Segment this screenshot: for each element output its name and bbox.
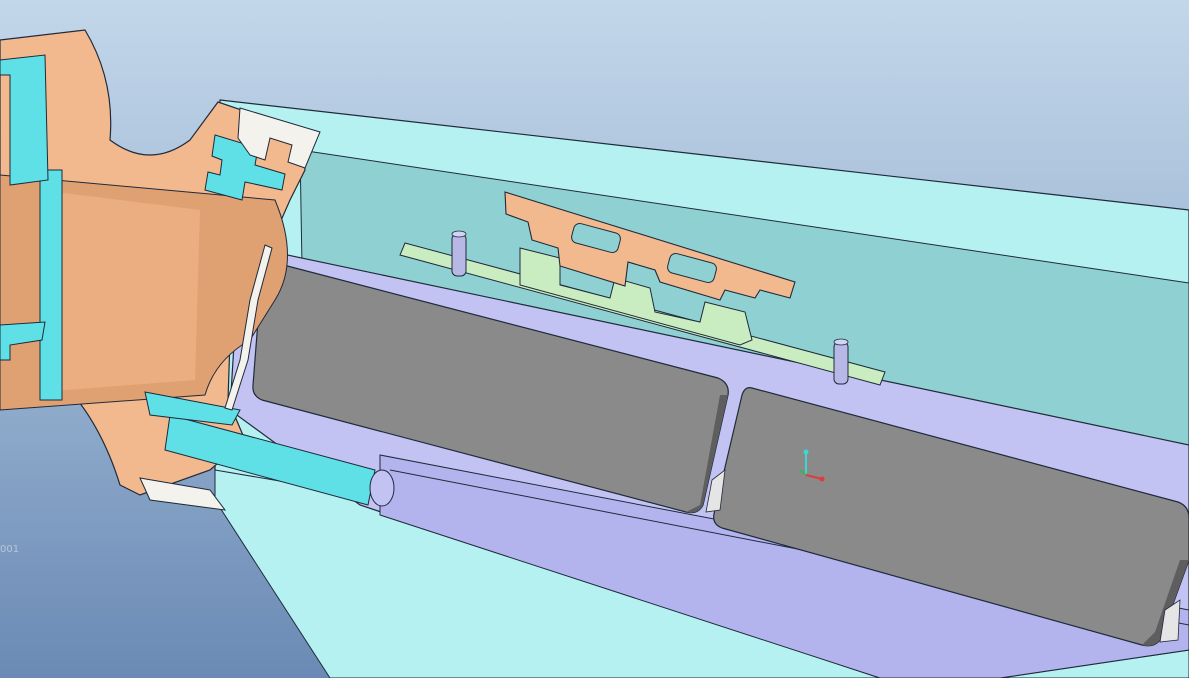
pin-right[interactable]	[833, 338, 849, 385]
cad-model-view[interactable]	[0, 0, 1189, 678]
model-viewport[interactable]: 001	[0, 0, 1189, 678]
view-label: 001	[0, 544, 20, 555]
white-cap-lower[interactable]	[139, 477, 227, 511]
cyan-ring	[39, 169, 63, 401]
pin-left[interactable]	[451, 230, 467, 277]
copper-shaft-highlight	[40, 190, 200, 392]
